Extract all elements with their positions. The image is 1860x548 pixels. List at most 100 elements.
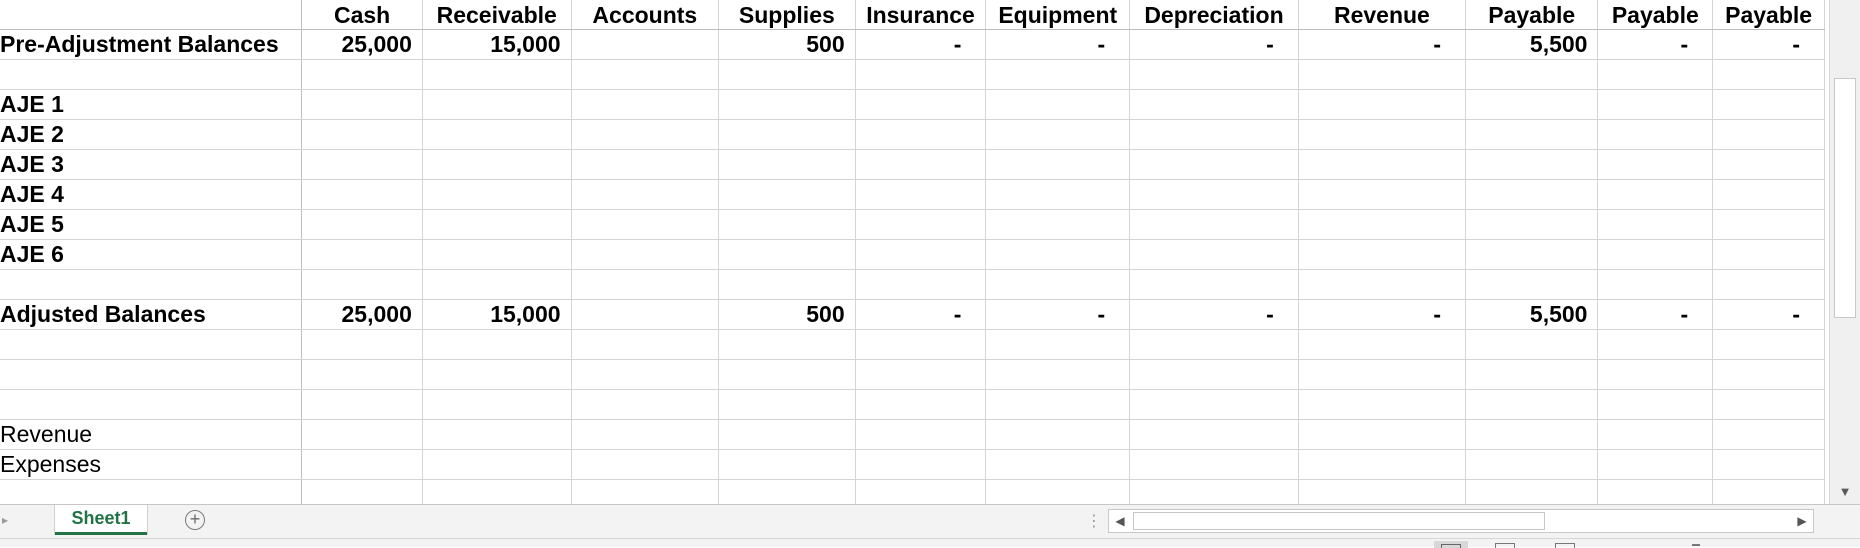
column-header-cell[interactable]: Accounts [571, 0, 720, 30]
grid-cell[interactable] [422, 359, 572, 390]
row-label-cell[interactable] [0, 359, 303, 390]
grid-cell[interactable] [855, 239, 987, 270]
grid-cell[interactable] [855, 329, 987, 360]
grid-cell[interactable] [855, 389, 987, 420]
grid-cell[interactable] [1129, 419, 1299, 450]
grid-cell[interactable] [1129, 389, 1299, 420]
vertical-scroll-thumb[interactable] [1834, 78, 1856, 318]
grid-cell[interactable] [1712, 359, 1825, 390]
grid-cell[interactable] [985, 419, 1131, 450]
grid-cell[interactable] [571, 59, 720, 90]
grid-cell[interactable] [1597, 89, 1714, 120]
grid-cell[interactable] [571, 179, 720, 210]
grid-cell[interactable]: - [1129, 29, 1299, 60]
grid-cell[interactable] [422, 239, 572, 270]
sheet-tab-sheet1[interactable]: Sheet1 [55, 505, 147, 535]
grid-cell[interactable] [571, 449, 720, 480]
add-sheet-icon[interactable]: + [185, 510, 205, 530]
column-header-cell[interactable]: Payable [1712, 0, 1825, 30]
grid-cell[interactable] [985, 269, 1131, 300]
row-label-cell[interactable]: Revenue [0, 419, 303, 450]
grid-cell[interactable] [718, 89, 856, 120]
grid-cell[interactable] [301, 209, 423, 240]
grid-cell[interactable] [1465, 329, 1599, 360]
grid-cell[interactable] [985, 119, 1131, 150]
grid-cell[interactable] [571, 419, 720, 450]
grid-cell[interactable] [1465, 89, 1599, 120]
grid-cell[interactable] [422, 479, 572, 504]
grid-cell[interactable] [718, 479, 856, 504]
grid-cell[interactable] [985, 89, 1131, 120]
grid-cell[interactable] [301, 149, 423, 180]
column-header-cell[interactable]: Payable [1597, 0, 1714, 30]
grid-cell[interactable] [1298, 479, 1466, 504]
grid-cell[interactable] [1298, 179, 1466, 210]
grid-cell[interactable] [1465, 209, 1599, 240]
grid-cell[interactable] [571, 299, 720, 330]
grid-cell[interactable] [1465, 479, 1599, 504]
grid-cell[interactable] [1298, 359, 1466, 390]
grid-cell[interactable] [1712, 239, 1825, 270]
grid-cell[interactable] [1465, 239, 1599, 270]
grid-cell[interactable] [1712, 269, 1825, 300]
grid-cell[interactable] [1298, 329, 1466, 360]
grid-cell[interactable]: - [1597, 29, 1714, 60]
grid-cell[interactable] [1298, 239, 1466, 270]
row-label-cell[interactable]: Expenses [0, 449, 303, 480]
vertical-scrollbar[interactable]: ▼ [1829, 0, 1860, 504]
grid-cell[interactable] [1298, 89, 1466, 120]
scroll-right-icon[interactable]: ▶ [1793, 512, 1811, 530]
grid-cell[interactable] [985, 59, 1131, 90]
grid-cell[interactable] [985, 239, 1131, 270]
sheet-nav-left-icon[interactable]: ▸ [2, 513, 8, 527]
grid-cell[interactable] [1129, 149, 1299, 180]
grid-cell[interactable]: 25,000 [301, 299, 423, 330]
grid-cell[interactable] [985, 359, 1131, 390]
grid-cell[interactable] [301, 479, 423, 504]
grid-cell[interactable] [1597, 479, 1714, 504]
grid-cell[interactable] [718, 149, 856, 180]
grid-cell[interactable] [422, 419, 572, 450]
row-label-cell[interactable]: AJE 5 [0, 209, 303, 240]
grid-cell[interactable] [571, 479, 720, 504]
grid-cell[interactable] [1712, 59, 1825, 90]
grid-cell[interactable] [1465, 359, 1599, 390]
grid-cell[interactable] [985, 449, 1131, 480]
grid-cell[interactable] [1298, 389, 1466, 420]
grid-cell[interactable] [571, 359, 720, 390]
grid-cell[interactable] [855, 179, 987, 210]
grid-cell[interactable] [301, 119, 423, 150]
grid-cell[interactable]: - [855, 299, 987, 330]
row-label-cell[interactable]: AJE 3 [0, 149, 303, 180]
grid-cell[interactable] [301, 389, 423, 420]
grid-cell[interactable] [1129, 359, 1299, 390]
column-header-cell[interactable]: Revenue [1298, 0, 1466, 30]
grid-cell[interactable] [855, 149, 987, 180]
grid-cell[interactable] [1129, 239, 1299, 270]
grid-cell[interactable] [1129, 179, 1299, 210]
horizontal-scroll-thumb[interactable] [1133, 512, 1545, 530]
grid-cell[interactable] [1298, 269, 1466, 300]
column-header-cell[interactable]: Equipment [985, 0, 1131, 30]
grid-cell[interactable] [1465, 119, 1599, 150]
grid-cell[interactable] [718, 59, 856, 90]
page-layout-view-icon[interactable] [1495, 543, 1515, 548]
grid-cell[interactable] [1465, 59, 1599, 90]
grid-cell[interactable] [1712, 329, 1825, 360]
grid-cell[interactable] [1129, 89, 1299, 120]
grid-cell[interactable] [855, 419, 987, 450]
grid-cell[interactable] [718, 389, 856, 420]
grid-cell[interactable] [1712, 449, 1825, 480]
grid-cell[interactable] [571, 149, 720, 180]
grid-cell[interactable] [301, 89, 423, 120]
grid-cell[interactable] [422, 119, 572, 150]
column-header-cell[interactable]: Supplies [718, 0, 856, 30]
grid-cell[interactable] [985, 209, 1131, 240]
grid-cell[interactable] [301, 59, 423, 90]
grid-cell[interactable] [855, 449, 987, 480]
grid-cell[interactable] [1712, 419, 1825, 450]
grid-cell[interactable]: - [1712, 299, 1825, 330]
grid-cell[interactable] [1597, 329, 1714, 360]
grid-cell[interactable] [1712, 389, 1825, 420]
grid-cell[interactable] [1298, 419, 1466, 450]
